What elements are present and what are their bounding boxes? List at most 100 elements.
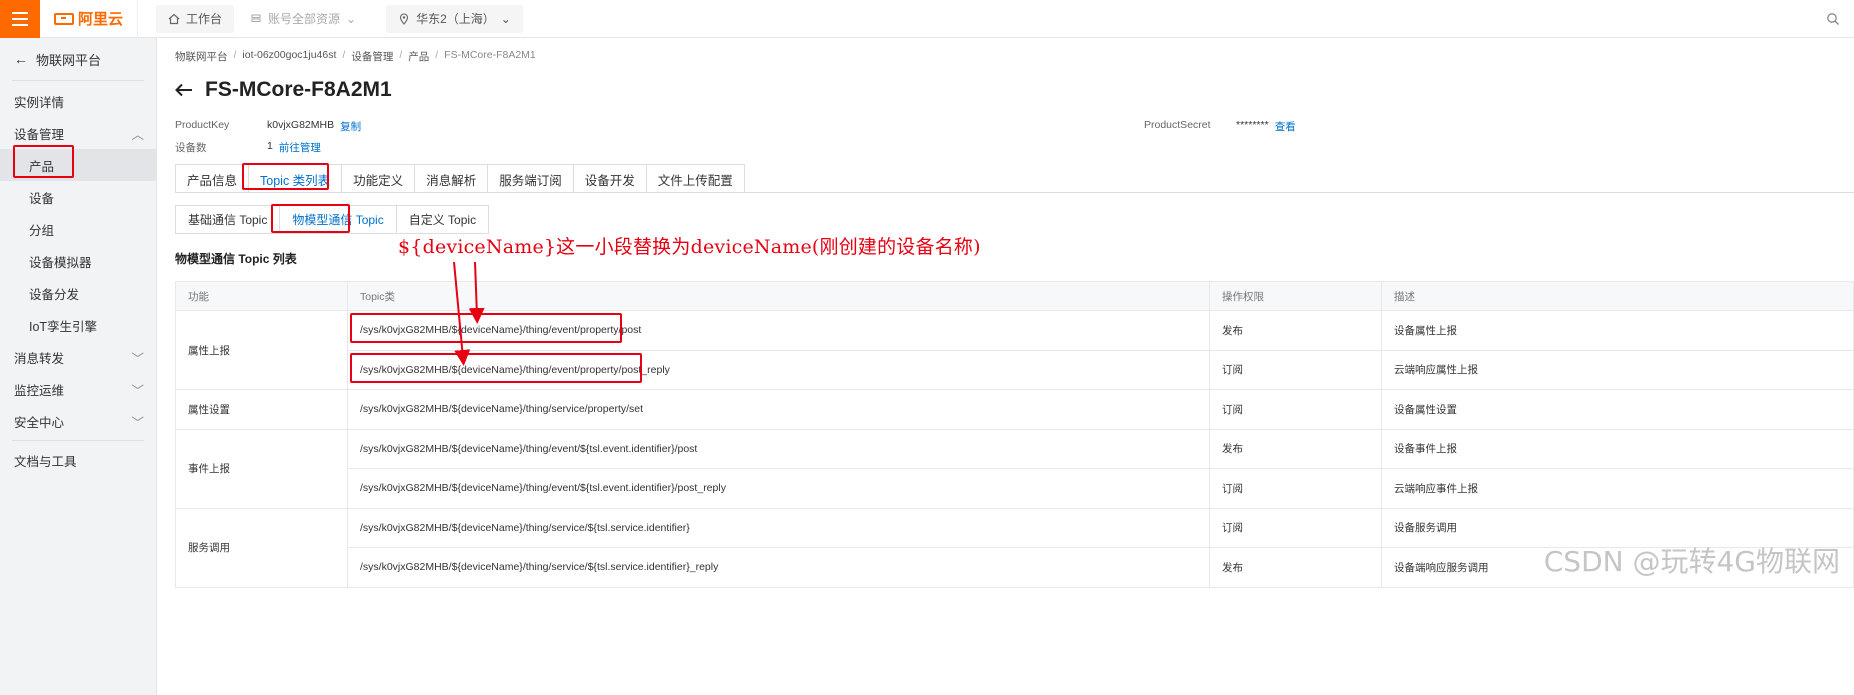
permission-cell: 订阅 [1209, 349, 1382, 390]
tabs-divider [175, 192, 1854, 193]
product-key-value: k0vjxG82MHB [267, 119, 335, 131]
chevron-up-icon: ︿ [131, 127, 144, 142]
breadcrumb: 物联网平台 / iot-06z00goc1ju46st / 设备管理 / 产品 / FS… [175, 49, 536, 64]
home-icon [168, 13, 180, 24]
subtab-thing-model-topic[interactable]: 物模型通信 Topic [280, 206, 397, 233]
tab-message-parsing[interactable]: 消息解析 [415, 165, 489, 193]
description-cell: 云端响应事件上报 [1381, 468, 1854, 509]
sidebar-item-security[interactable]: 安全中心 ﹀ [0, 405, 156, 437]
section-title: 物模型通信 Topic 列表 [175, 252, 297, 266]
arrow-left-icon: ← [14, 51, 28, 67]
tab-topic-list[interactable]: Topic 类列表 [249, 165, 343, 193]
description-cell: 设备事件上报 [1381, 428, 1854, 469]
product-key-label: ProductKey [175, 119, 230, 131]
aliyun-logo[interactable]: 阿里云 [40, 0, 139, 38]
breadcrumb-item[interactable]: iot-06z00goc1ju46st [242, 49, 336, 64]
tab-file-upload-config[interactable]: 文件上传配置 [646, 165, 744, 193]
table-header-row: 功能 Topic类 操作权限 描述 [175, 281, 1854, 311]
account-resources-label: 账号全部资源 [268, 12, 341, 26]
breadcrumb-item[interactable]: 产品 [408, 49, 429, 64]
product-secret-value: ******** [1236, 119, 1269, 131]
sidebar-item-label: IoT孪生引擎 [29, 319, 98, 334]
sidebar: ← 物联网平台 实例详情 设备管理 ︿ 产品 设备 分组 设备模拟器 设备分发 I… [0, 38, 157, 695]
device-count-value: 1 [267, 140, 273, 152]
subtab-custom-topic[interactable]: 自定义 Topic [397, 206, 488, 233]
sidebar-back-label: 物联网平台 [36, 52, 102, 68]
function-cell: 属性上报 [175, 310, 348, 390]
product-tabs: 产品信息 Topic 类列表 功能定义 消息解析 服务端订阅 设备开发 文件上传… [175, 164, 745, 193]
product-secret-row: ProductSecret ******** 查看 [1144, 119, 1296, 134]
table-row: 属性上报 /sys/k0vjxG82MHB/${deviceName}/thin… [175, 310, 1854, 390]
topic-cell: /sys/k0vjxG82MHB/${deviceName}/thing/ser… [347, 389, 1210, 430]
chevron-down-icon: ﹀ [131, 383, 144, 398]
view-secret-link[interactable]: 查看 [1275, 119, 1296, 134]
permission-cell: 订阅 [1209, 507, 1382, 548]
chevron-down-icon: ⌄ [500, 11, 511, 26]
subtab-label: 基础通信 Topic [188, 213, 268, 227]
search-icon[interactable] [1826, 12, 1840, 26]
sidebar-item-device-management[interactable]: 设备管理 ︿ [0, 117, 156, 149]
sidebar-item-label: 分组 [29, 223, 55, 238]
sidebar-item-group[interactable]: 分组 [0, 213, 156, 245]
topic-cell: /sys/k0vjxG82MHB/${deviceName}/thing/ser… [347, 507, 1210, 548]
hamburger-menu-button[interactable] [0, 0, 40, 38]
sidebar-divider [12, 440, 144, 441]
device-count-label: 设备数 [175, 142, 207, 154]
tab-product-info[interactable]: 产品信息 [176, 165, 250, 193]
sidebar-item-docs-tools[interactable]: 文档与工具 [0, 444, 156, 476]
account-resources-dropdown[interactable]: 账号全部资源 ⌄ [238, 5, 368, 33]
copy-link[interactable]: 复制 [340, 119, 361, 134]
product-key-row: ProductKey k0vjxG82MHB 复制 [175, 119, 361, 134]
topic-cell: /sys/k0vjxG82MHB/${deviceName}/thing/eve… [347, 428, 1210, 469]
sidebar-item-product[interactable]: 产品 [0, 149, 156, 181]
sidebar-item-label: 设备管理 [14, 127, 65, 142]
sidebar-item-iot-twin[interactable]: IoT孪生引擎 [0, 309, 156, 341]
region-dropdown[interactable]: 华东2（上海） ⌄ [386, 4, 523, 33]
permission-cell: 订阅 [1209, 389, 1382, 430]
annotation-text: ${deviceName}这一小段替换为deviceName(刚创建的设备名称) [398, 236, 981, 258]
subtab-basic-topic[interactable]: 基础通信 Topic [176, 206, 281, 233]
breadcrumb-item[interactable]: 设备管理 [351, 49, 393, 64]
table-row: /sys/k0vjxG82MHB/${deviceName}/thing/eve… [176, 349, 1854, 390]
sidebar-item-device-distribution[interactable]: 设备分发 [0, 277, 156, 309]
tab-label: 功能定义 [353, 173, 404, 188]
sidebar-item-monitoring[interactable]: 监控运维 ﹀ [0, 373, 156, 405]
watermark: CSDN @玩转4G物联网 [1543, 545, 1840, 578]
sidebar-item-label: 设备 [29, 191, 55, 206]
sidebar-item-device-simulator[interactable]: 设备模拟器 [0, 245, 156, 277]
tab-label: 设备开发 [584, 173, 635, 188]
table-row: /sys/k0vjxG82MHB/${deviceName}/thing/eve… [176, 468, 1854, 509]
sidebar-item-label: 产品 [29, 159, 55, 174]
column-header: Topic类 [347, 281, 1210, 311]
sidebar-item-instance[interactable]: 实例详情 [0, 85, 156, 117]
sidebar-item-label: 安全中心 [14, 415, 65, 430]
back-to-iot-platform[interactable]: ← 物联网平台 [0, 38, 156, 80]
description-cell: 云端响应属性上报 [1381, 349, 1854, 390]
device-count-row: 设备数 1 前往管理 [175, 140, 321, 155]
function-cell: 属性设置 [175, 389, 348, 430]
topic-cell: /sys/k0vjxG82MHB/${deviceName}/thing/eve… [347, 310, 1210, 351]
permission-cell: 发布 [1209, 310, 1382, 351]
location-icon [400, 12, 409, 25]
sidebar-item-device[interactable]: 设备 [0, 181, 156, 213]
product-secret-label: ProductSecret [1144, 119, 1211, 131]
aliyun-logo-icon [54, 12, 74, 25]
region-label: 华东2（上海） [416, 12, 495, 26]
description-cell: 设备属性设置 [1381, 389, 1854, 430]
breadcrumb-item[interactable]: 物联网平台 [175, 49, 228, 64]
topic-cell: /sys/k0vjxG82MHB/${deviceName}/thing/eve… [347, 468, 1210, 509]
tab-label: 产品信息 [187, 173, 238, 188]
sidebar-item-label: 文档与工具 [14, 454, 77, 469]
tab-device-development[interactable]: 设备开发 [573, 165, 647, 193]
go-manage-link[interactable]: 前往管理 [279, 140, 321, 155]
back-arrow-icon[interactable] [175, 83, 193, 97]
breadcrumb-current: FS-MCore-F8A2M1 [444, 49, 536, 61]
column-header: 描述 [1381, 281, 1854, 311]
column-header: 操作权限 [1209, 281, 1382, 311]
tab-label: 消息解析 [426, 173, 477, 188]
tab-label: Topic 类列表 [260, 173, 331, 188]
tab-function-definition[interactable]: 功能定义 [342, 165, 416, 193]
tab-server-subscription[interactable]: 服务端订阅 [488, 165, 574, 193]
sidebar-item-message-forwarding[interactable]: 消息转发 ﹀ [0, 341, 156, 373]
workbench-button[interactable]: 工作台 [156, 4, 235, 33]
